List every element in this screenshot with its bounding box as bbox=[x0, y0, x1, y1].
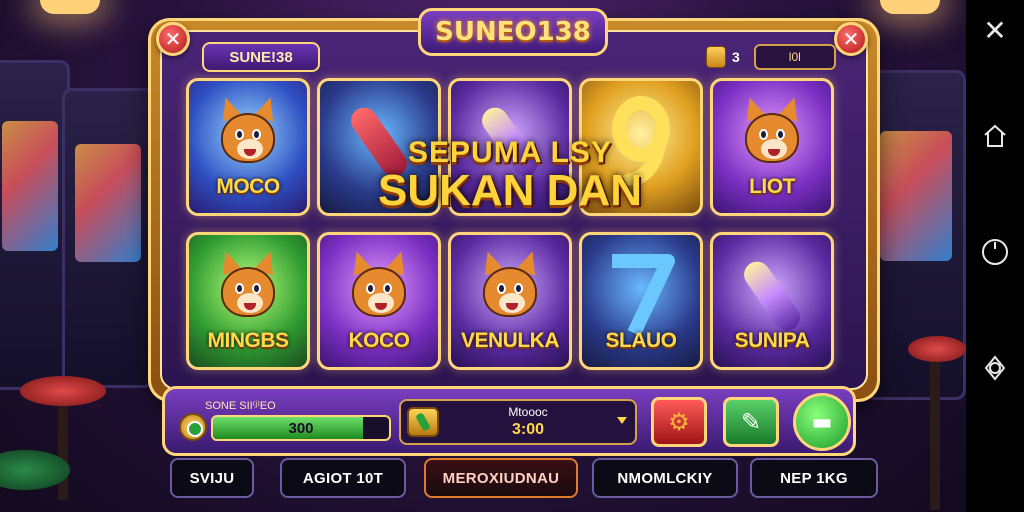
fox-icon bbox=[342, 248, 416, 329]
menu-tab[interactable]: SVIJU bbox=[170, 458, 254, 498]
balance-caption: SONE SII⁽ʲ⁾EO bbox=[205, 400, 276, 412]
bet-value: 3:00 bbox=[511, 421, 545, 438]
auto-button[interactable]: ✎ bbox=[723, 397, 779, 447]
reel-tile[interactable]: MOCO bbox=[186, 78, 310, 216]
ceiling-light bbox=[880, 0, 940, 14]
gold-nine-icon bbox=[604, 95, 678, 188]
balance-bar: 300 bbox=[211, 415, 391, 441]
game-logo: SUNEO138 bbox=[418, 8, 608, 56]
chip-icon bbox=[407, 407, 439, 437]
reel-tile[interactable]: LIOT bbox=[710, 78, 834, 216]
reel-tile[interactable]: SUNIPA bbox=[710, 232, 834, 370]
fox-icon bbox=[211, 248, 285, 329]
system-nav-rail: ✕ bbox=[966, 0, 1024, 512]
balance-display: SONE SII⁽ʲ⁾EO 300 bbox=[179, 399, 393, 447]
coin-icon bbox=[179, 413, 207, 441]
reel-label: LIOT bbox=[749, 175, 795, 198]
money-bag-icon bbox=[706, 46, 726, 68]
reel-tile[interactable] bbox=[579, 78, 703, 216]
reel-tile[interactable] bbox=[317, 78, 441, 216]
fox-icon bbox=[473, 248, 547, 329]
bet-caption: Mtoooc bbox=[508, 405, 548, 419]
wand-icon bbox=[735, 249, 809, 336]
home-icon[interactable] bbox=[979, 120, 1011, 152]
brand-tab[interactable]: SUNE!38 bbox=[202, 42, 320, 72]
bar-stool bbox=[908, 336, 966, 362]
spin-icon: ▬ bbox=[811, 409, 833, 435]
ceiling-light bbox=[40, 0, 100, 14]
power-icon[interactable] bbox=[979, 236, 1011, 268]
fox-icon bbox=[211, 94, 285, 175]
reel-label: SLAUO bbox=[605, 329, 678, 352]
menu-tab[interactable]: MEROXIUDNAU bbox=[424, 458, 578, 498]
close-icon[interactable]: ✕ bbox=[979, 14, 1011, 47]
menu-tab[interactable]: AGIOT 10T bbox=[280, 458, 406, 498]
counter-value: 3 bbox=[732, 49, 740, 65]
gear-icon: ⚙ bbox=[668, 408, 690, 436]
reel-tile[interactable] bbox=[448, 78, 572, 216]
balance-value: 300 bbox=[288, 420, 314, 437]
blue-seven-icon bbox=[604, 249, 678, 336]
bet-selector[interactable]: Mtoooc 3:00 bbox=[399, 399, 637, 445]
control-bar: SONE SII⁽ʲ⁾EO 300 Mtoooc 3:00 ⚙ ✎ ▬ bbox=[162, 386, 856, 456]
rotate-icon[interactable] bbox=[979, 352, 1011, 384]
reel-label: MINGBS bbox=[207, 329, 290, 352]
spin-button[interactable]: ▬ bbox=[793, 393, 851, 451]
reel-tile[interactable]: VENULKA bbox=[448, 232, 572, 370]
pencil-icon: ✎ bbox=[740, 408, 762, 436]
counter-label[interactable]: Ɩ0Ɩ bbox=[753, 44, 836, 70]
settings-button[interactable]: ⚙ bbox=[651, 397, 707, 447]
counter-group: 3 Ɩ0Ɩ bbox=[706, 44, 836, 70]
reel-label: MOCO bbox=[216, 175, 280, 198]
menu-tab[interactable]: NEP 1KG bbox=[750, 458, 878, 498]
arcade-cabinet-left bbox=[62, 88, 154, 388]
close-icon[interactable]: ✕ bbox=[834, 22, 868, 56]
reel-label: KOCO bbox=[348, 329, 411, 352]
close-icon[interactable]: ✕ bbox=[156, 22, 190, 56]
reel-tile[interactable]: SLAUO bbox=[579, 232, 703, 370]
bar-stool bbox=[20, 376, 106, 406]
chevron-down-icon bbox=[617, 417, 627, 424]
reel-tile[interactable]: MINGBS bbox=[186, 232, 310, 370]
gem-icon bbox=[342, 95, 416, 182]
fox-icon bbox=[735, 94, 809, 175]
arcade-cabinet-left-far bbox=[0, 60, 70, 390]
reel-label: VENULKA bbox=[460, 329, 560, 352]
reel-tile[interactable]: KOCO bbox=[317, 232, 441, 370]
reel-grid: MOCO LIOT MINGBS KOCO VENULKA SLAUO SUNIPA bbox=[186, 78, 834, 370]
wand-icon bbox=[473, 95, 547, 182]
reel-label: SUNIPA bbox=[734, 329, 810, 352]
menu-tab[interactable]: NMOMLCKIY bbox=[592, 458, 738, 498]
